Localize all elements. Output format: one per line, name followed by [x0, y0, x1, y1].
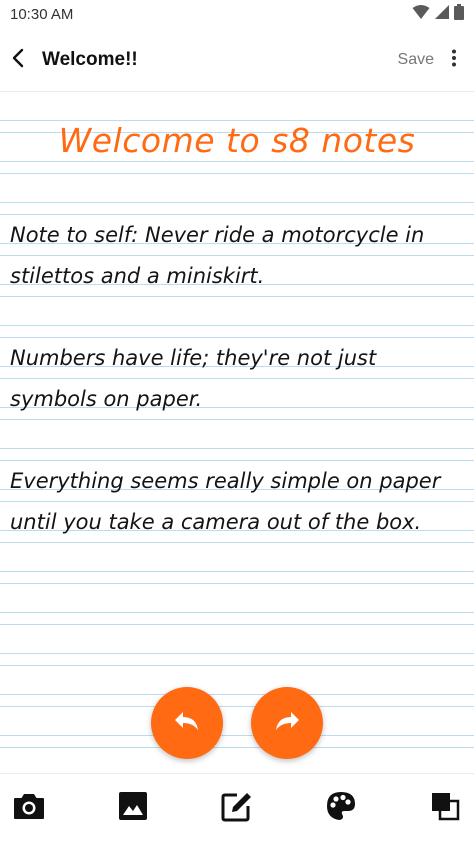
- note-line: stilettos and a miniskirt.: [10, 264, 265, 288]
- arrow-left-icon: [9, 48, 29, 72]
- image-button[interactable]: [114, 789, 152, 827]
- layers-button[interactable]: [426, 789, 464, 827]
- note-line: [10, 297, 470, 338]
- note-body[interactable]: Note to self: Never ride a motorcycle in…: [10, 215, 470, 543]
- app-bar: Welcome!! Save: [0, 28, 474, 92]
- more-options-button[interactable]: [442, 40, 466, 80]
- camera-icon: [13, 792, 45, 824]
- image-icon: [118, 791, 148, 825]
- note-line: until you take a camera out of the box.: [10, 510, 422, 534]
- camera-button[interactable]: [10, 789, 48, 827]
- palette-icon: [325, 790, 357, 826]
- edit-button[interactable]: [218, 789, 256, 827]
- note-title: Welcome to s8 notes: [58, 121, 416, 160]
- save-button[interactable]: Save: [390, 45, 442, 75]
- undo-button[interactable]: [151, 687, 223, 759]
- back-button[interactable]: [6, 40, 32, 80]
- note-line: Numbers have life; they're not just: [10, 346, 377, 370]
- more-vert-icon: [451, 49, 457, 71]
- note-line: Note to self: Never ride a motorcycle in: [10, 223, 425, 247]
- edit-icon: [221, 790, 253, 826]
- undo-icon: [172, 709, 202, 737]
- note-editor[interactable]: Welcome to s8 notes Note to self: Never …: [0, 93, 474, 773]
- redo-icon: [272, 709, 302, 737]
- signal-icon: [434, 4, 450, 24]
- layers-icon: [430, 791, 460, 825]
- page-title: Welcome!!: [42, 48, 138, 70]
- note-line: symbols on paper.: [10, 387, 203, 411]
- status-time: 10:30 AM: [10, 5, 74, 23]
- battery-icon: [454, 4, 464, 24]
- note-line: Everything seems really simple on paper: [10, 469, 441, 493]
- wifi-icon: [412, 4, 430, 24]
- redo-button[interactable]: [251, 687, 323, 759]
- status-bar: 10:30 AM: [0, 0, 474, 28]
- palette-button[interactable]: [322, 789, 360, 827]
- bottom-toolbar: [0, 773, 474, 842]
- screen: 10:30 AM Welcome!! Save Welcome to s8 no…: [0, 0, 474, 842]
- status-icons: [412, 4, 464, 24]
- note-line: [10, 420, 470, 461]
